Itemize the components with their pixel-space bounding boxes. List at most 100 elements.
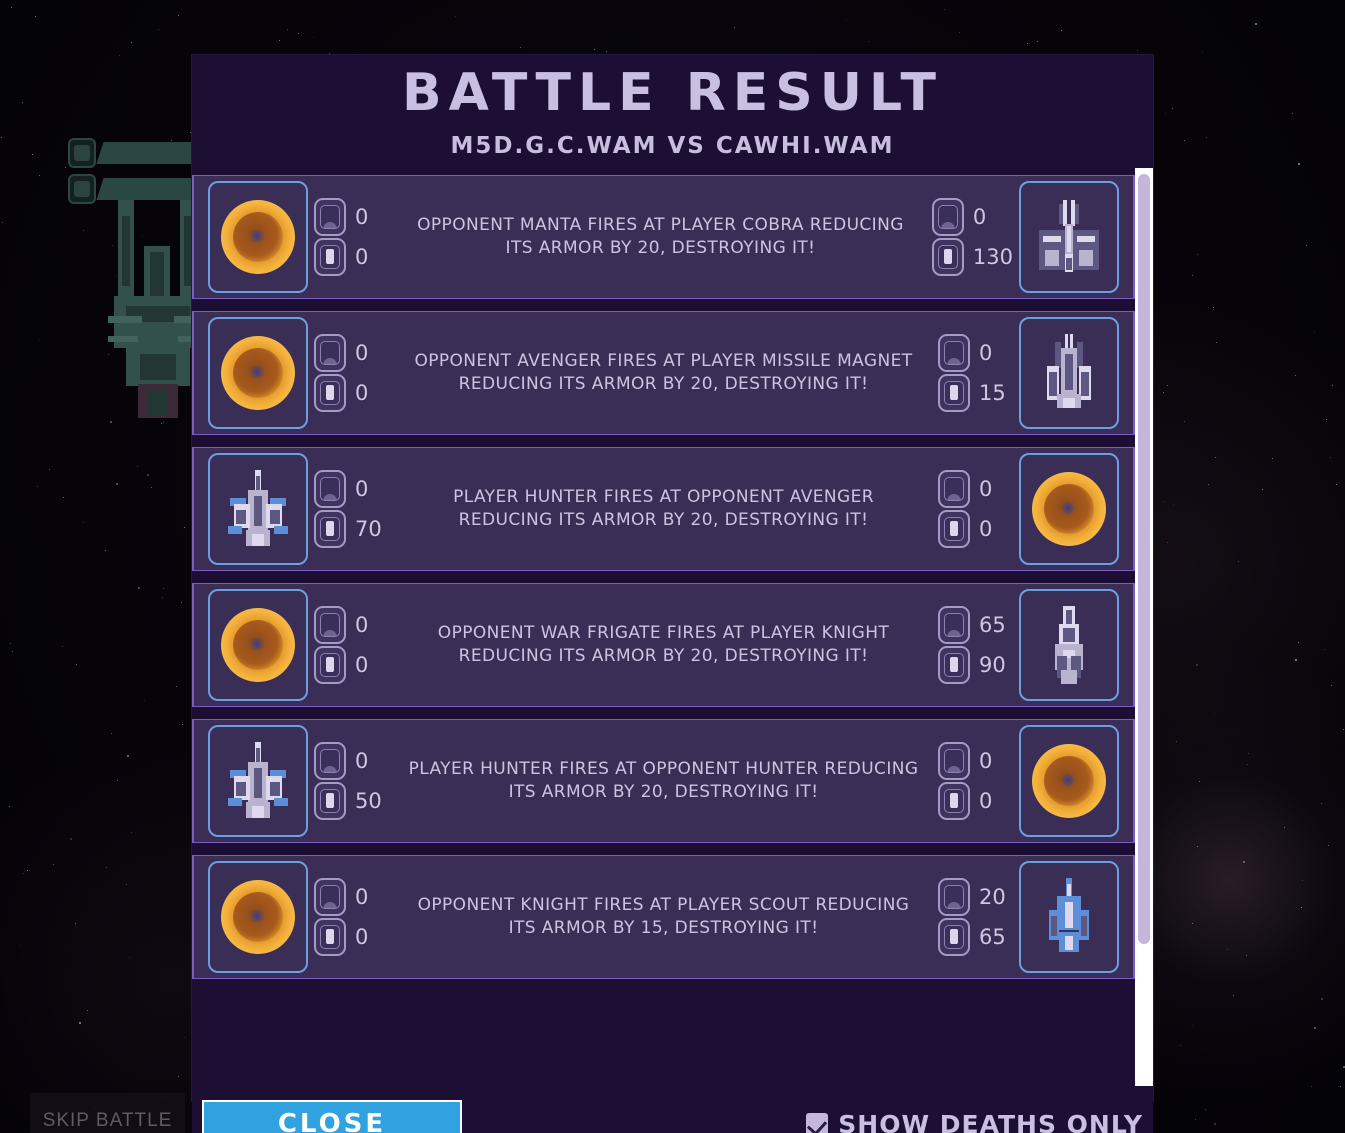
- explosion-icon: [1032, 472, 1106, 546]
- stat-group-right: 0 15: [938, 333, 1013, 413]
- stat-armor: 20: [938, 877, 1013, 917]
- stat-armor-value: 0: [979, 341, 993, 365]
- check-icon: [807, 1114, 828, 1133]
- armor-icon: [314, 334, 346, 372]
- stat-armor-value: 0: [355, 613, 369, 637]
- stat-hull-value: 0: [355, 245, 369, 269]
- stat-group-left: 00: [314, 605, 389, 685]
- ship-manta-icon: [1033, 196, 1105, 278]
- stat-armor: 0: [314, 877, 389, 917]
- hud-armor-row: [68, 138, 214, 168]
- stat-group-left: 0 70: [314, 469, 389, 549]
- armor-icon: [68, 138, 96, 168]
- show-deaths-only-toggle[interactable]: SHOW DEATHS ONLY: [806, 1110, 1143, 1133]
- stat-hull-value: 0: [979, 789, 993, 813]
- stat-group-right: 65 90: [938, 605, 1013, 685]
- stat-armor-value: 0: [979, 749, 993, 773]
- battle-log-message: PLAYER HUNTER FIRES AT OPPONENT HUNTER R…: [408, 759, 919, 802]
- stat-group-left: 00: [314, 877, 389, 957]
- stat-armor: 0: [938, 333, 1013, 373]
- battle-log-message: OPPONENT AVENGER FIRES AT PLAYER MISSILE…: [414, 351, 913, 394]
- dialog-subtitle: M5D.G.C.WAM VS CAWHI.WAM: [450, 133, 895, 159]
- battle-log-row: 0 0 OPPONENT MANTA FIRES AT PLAYER COBRA R…: [192, 175, 1135, 299]
- left-portrait: [208, 453, 308, 565]
- stat-hull: 50: [314, 781, 389, 821]
- stat-armor: 0: [938, 469, 1013, 509]
- stat-armor-value: 0: [355, 749, 369, 773]
- left-portrait: [208, 181, 308, 293]
- stat-hull: 0: [314, 917, 389, 957]
- hull-icon: [68, 174, 96, 204]
- stat-armor: 65: [938, 605, 1013, 645]
- show-deaths-only-label: SHOW DEATHS ONLY: [838, 1109, 1143, 1133]
- armor-icon: [314, 878, 346, 916]
- stat-armor-value: 0: [355, 341, 369, 365]
- hull-icon: [931, 238, 964, 276]
- right-portrait: [1019, 317, 1119, 429]
- show-deaths-only-checkbox[interactable]: [806, 1112, 829, 1133]
- stat-armor: 0: [931, 197, 1007, 237]
- scrollbar[interactable]: [1135, 168, 1153, 1086]
- armor-icon: [938, 470, 970, 508]
- battle-log-list[interactable]: 0 0 OPPONENT MANTA FIRES AT PLAYER COBRA R…: [192, 168, 1135, 1086]
- stat-hull: 90: [938, 645, 1013, 685]
- stat-hull: 70: [314, 509, 389, 549]
- explosion-icon: [221, 880, 295, 954]
- battle-log-row: 0 0 OPPONENT AVENGER FIRES AT PLAYER MISSI…: [192, 311, 1135, 435]
- stat-hull: 0: [938, 781, 1013, 821]
- hull-icon: [314, 918, 346, 956]
- stat-group-right: 0 130: [931, 197, 1013, 277]
- stat-hull: 15: [938, 373, 1013, 413]
- skip-battle-label: SKIP BATTLE: [42, 1110, 173, 1131]
- stat-group-right: 20 65: [938, 877, 1013, 957]
- stat-hull-value: 0: [355, 381, 369, 405]
- ship-knight-icon: [1033, 604, 1105, 686]
- explosion-icon: [221, 200, 295, 274]
- stat-armor-value: 0: [355, 477, 369, 501]
- stat-hull: 0: [314, 645, 389, 685]
- stat-armor-value: 0: [979, 477, 993, 501]
- right-portrait: [1019, 861, 1119, 973]
- armor-icon: [938, 334, 970, 372]
- game-screen: SKIP BATTLE BATTLE RESULT M5D.G.C.WAM VS…: [0, 0, 1345, 1133]
- battle-log-message: PLAYER HUNTER FIRES AT OPPONENT AVENGER …: [453, 487, 874, 530]
- battle-log-row: 0 50 PLAYER HUNTER FIRES AT OPPONENT HUNTE…: [192, 719, 1135, 843]
- stat-hull-value: 0: [979, 517, 993, 541]
- page-title: BATTLE RESULT: [402, 63, 943, 123]
- explosion-icon: [1032, 744, 1106, 818]
- battle-log-row: 0 0 OPPONENT WAR FRIGATE FIRES AT PLAYER K…: [192, 583, 1135, 707]
- stat-armor-value: 0: [972, 205, 987, 229]
- stat-armor: 0: [938, 741, 1013, 781]
- close-button[interactable]: CLOSE: [202, 1099, 462, 1133]
- armor-icon: [314, 606, 346, 644]
- battle-log-row: 0 0 OPPONENT KNIGHT FIRES AT PLAYER SCOUT …: [192, 855, 1135, 979]
- battle-log-message: OPPONENT MANTA FIRES AT PLAYER COBRA RED…: [417, 215, 904, 258]
- skip-battle-button[interactable]: SKIP BATTLE: [30, 1093, 185, 1133]
- stat-hull-value: 90: [979, 653, 1006, 677]
- ship-hunter-icon: [222, 740, 294, 822]
- stat-armor: 0: [314, 469, 389, 509]
- stat-group-left: 0 50: [314, 741, 389, 821]
- stat-hull: 130: [931, 237, 1013, 277]
- stat-hull-value: 130: [972, 245, 1013, 269]
- armor-icon: [938, 878, 970, 916]
- right-portrait: [1019, 181, 1119, 293]
- right-portrait: [1019, 725, 1119, 837]
- stat-armor-value: 65: [979, 613, 1006, 637]
- hull-icon: [314, 238, 346, 276]
- dialog-footer: CLOSE SHOW DEATHS ONLY: [192, 1086, 1153, 1133]
- stat-group-right: 00: [938, 741, 1013, 821]
- left-portrait: [208, 861, 308, 973]
- hull-icon: [938, 646, 970, 684]
- ship-avenger-icon: [1033, 332, 1105, 414]
- battle-log-message: OPPONENT WAR FRIGATE FIRES AT PLAYER KNI…: [437, 623, 890, 666]
- stat-hull: 0: [314, 237, 389, 277]
- hull-icon: [938, 510, 970, 548]
- stat-hull-value: 0: [355, 653, 369, 677]
- stat-hull: 0: [938, 509, 1013, 549]
- close-button-label: CLOSE: [277, 1109, 387, 1133]
- scrollbar-thumb[interactable]: [1138, 174, 1150, 944]
- left-portrait: [208, 317, 308, 429]
- stat-armor: 0: [314, 605, 389, 645]
- hull-icon: [314, 646, 346, 684]
